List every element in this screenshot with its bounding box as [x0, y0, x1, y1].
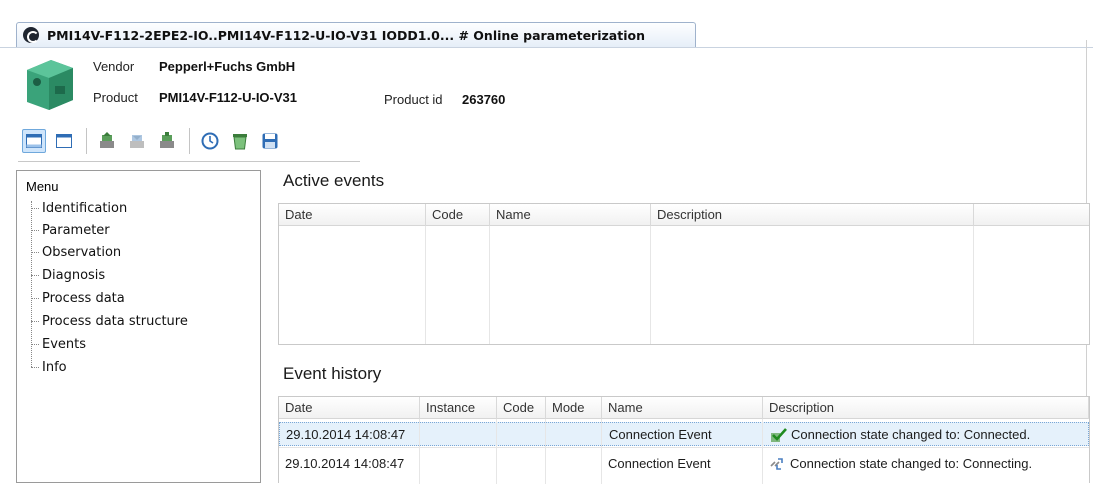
cell-description: Connection state changed to: Connected.: [766, 423, 1030, 447]
connecting-icon: [769, 456, 787, 472]
menu-item-label: Parameter: [42, 222, 110, 238]
row-separator: [279, 447, 1089, 448]
cell-description: Connection state changed to: Connecting.: [765, 452, 1032, 476]
menu-item-label: Diagnosis: [42, 267, 106, 283]
menu-tree: Menu Identification Parameter Observatio…: [16, 170, 261, 483]
sync-device-icon[interactable]: [155, 129, 179, 153]
toolbar-separator: [189, 127, 190, 154]
toolbar-separator: [86, 127, 87, 154]
column-header-instance[interactable]: Instance: [420, 397, 497, 419]
active-events-title: Active events: [283, 171, 385, 190]
column-divider: [496, 419, 497, 484]
menu-item-info[interactable]: Info: [31, 356, 67, 378]
menu-item-label: Process data: [42, 290, 125, 306]
device-image: [21, 56, 77, 114]
connected-icon: [770, 427, 788, 443]
toolbar: [18, 120, 360, 162]
product-id-label: Product id: [384, 92, 443, 107]
menu-item-label: Observation: [42, 244, 122, 260]
menu-item-label: Identification: [42, 200, 128, 216]
recycle-icon[interactable]: [228, 129, 252, 153]
column-divider: [601, 419, 602, 484]
cell-description-text: Connection state changed to: Connected.: [791, 427, 1031, 442]
cell-date: 29.10.2014 14:08:47: [285, 456, 405, 471]
menu-item-diagnosis[interactable]: Diagnosis: [31, 264, 105, 286]
table-row[interactable]: 29.10.2014 14:08:47 Connection Event Con…: [279, 422, 1089, 446]
document-tab-strip: PMI14V-F112-2EPE2-IO..PMI14V-F112-U-IO-V…: [0, 0, 1093, 48]
window-layout-alt-icon[interactable]: [52, 129, 76, 153]
column-header-description[interactable]: Description: [651, 204, 974, 226]
cell-description-text: Connection state changed to: Connecting.: [790, 456, 1033, 471]
column-divider: [973, 226, 974, 344]
event-history-grid: Date Instance Code Mode Name Description…: [278, 396, 1090, 484]
document-tab[interactable]: PMI14V-F112-2EPE2-IO..PMI14V-F112-U-IO-V…: [16, 22, 696, 47]
column-divider: [545, 419, 546, 484]
column-header-date[interactable]: Date: [279, 397, 420, 419]
column-header-name[interactable]: Name: [490, 204, 651, 226]
menu-item-process-data-structure[interactable]: Process data structure: [31, 310, 188, 332]
save-icon[interactable]: [258, 129, 282, 153]
cell-code: [498, 423, 504, 447]
menu-item-label: Process data structure: [42, 313, 188, 329]
cell-date: 29.10.2014 14:08:47: [286, 427, 406, 442]
event-history-header: Date Instance Code Mode Name Description: [279, 397, 1089, 419]
cell-instance: [420, 452, 426, 476]
column-header-description[interactable]: Description: [763, 397, 1089, 419]
cell-name: Connection Event: [608, 456, 711, 471]
menu-item-process-data[interactable]: Process data: [31, 287, 125, 309]
event-history-title: Event history: [283, 364, 382, 383]
column-divider: [489, 226, 490, 344]
active-events-grid: Date Code Name Description: [278, 203, 1090, 345]
cell-instance: [421, 423, 427, 447]
menu-item-parameter[interactable]: Parameter: [31, 219, 110, 241]
column-header-mode[interactable]: Mode: [546, 397, 602, 419]
cell-name: Connection Event: [609, 427, 712, 442]
column-header-code[interactable]: Code: [426, 204, 490, 226]
menu-item-events[interactable]: Events: [31, 333, 86, 355]
menu-item-identification[interactable]: Identification: [31, 197, 127, 219]
tab-title: PMI14V-F112-2EPE2-IO..PMI14V-F112-U-IO-V…: [47, 27, 645, 43]
column-header-name[interactable]: Name: [602, 397, 763, 419]
window-layout-icon[interactable]: [22, 128, 46, 153]
column-header-date[interactable]: Date: [279, 204, 426, 226]
active-events-header: Date Code Name Description: [279, 204, 1089, 226]
column-header-code[interactable]: Code: [497, 397, 546, 419]
product-label: Product: [93, 90, 138, 105]
dtm-logo-icon: [23, 27, 39, 43]
menu-item-label: Info: [42, 359, 67, 375]
cell-mode: [546, 452, 552, 476]
cell-code: [497, 452, 503, 476]
menu-item-observation[interactable]: Observation: [31, 241, 121, 263]
column-divider: [762, 419, 763, 484]
product-id-value: 263760: [462, 92, 506, 107]
table-row[interactable]: 29.10.2014 14:08:47 Connection Event Con…: [279, 452, 1089, 476]
cell-mode: [547, 423, 553, 447]
product-value: PMI14V-F112-U-IO-V31: [159, 90, 297, 105]
download-device-icon[interactable]: [125, 129, 149, 153]
vendor-value: Pepperl+Fuchs GmbH: [159, 59, 296, 74]
column-divider: [425, 226, 426, 344]
column-divider: [650, 226, 651, 344]
menu-title: Menu: [26, 179, 59, 194]
menu-item-label: Events: [42, 336, 87, 352]
clock-icon[interactable]: [198, 129, 222, 153]
column-divider: [419, 419, 420, 484]
vendor-label: Vendor: [93, 59, 135, 74]
upload-device-icon[interactable]: [95, 129, 119, 153]
